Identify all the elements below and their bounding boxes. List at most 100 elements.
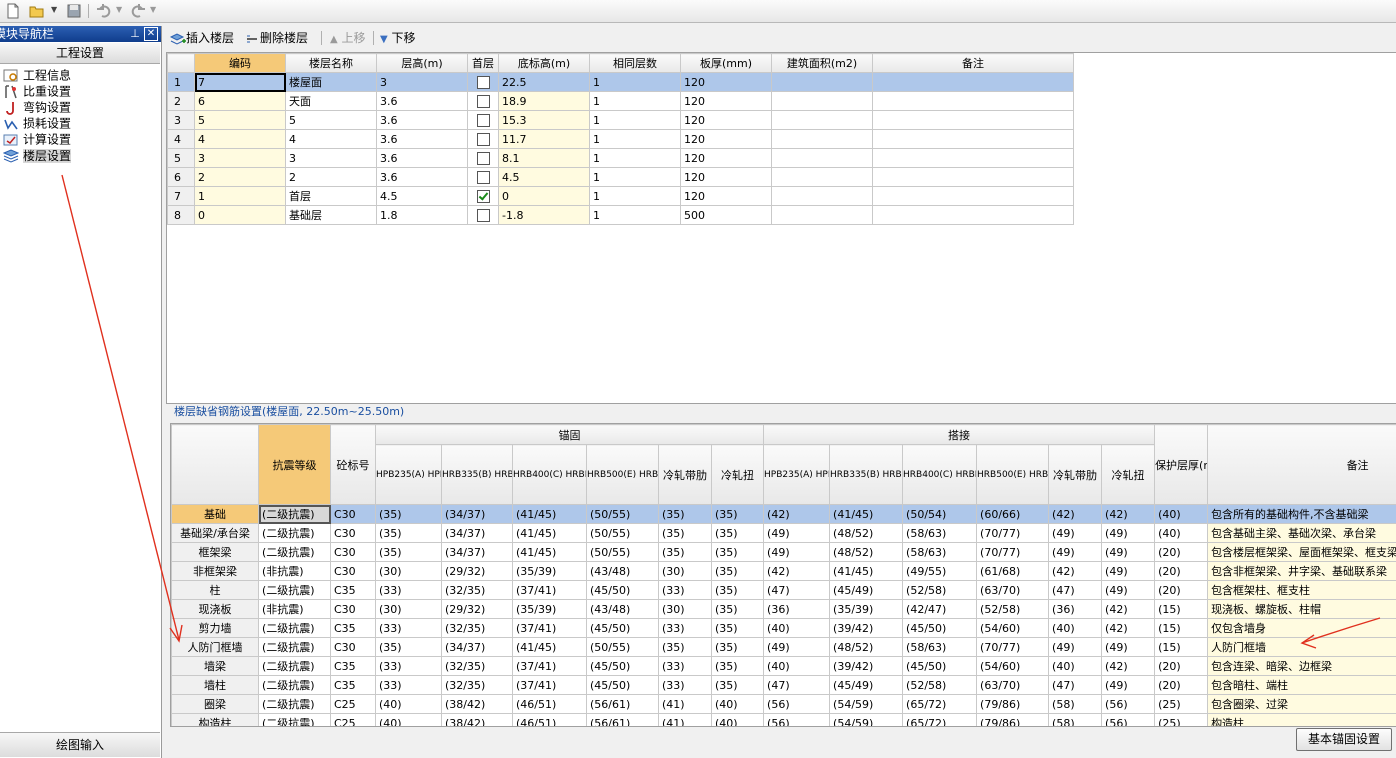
- lap-value-cell[interactable]: (45/50): [902, 618, 978, 638]
- new-file-icon[interactable]: [5, 3, 21, 19]
- close-icon[interactable]: ✕: [144, 27, 158, 41]
- floor-same-cell[interactable]: 1: [589, 129, 681, 149]
- floor-thick-cell[interactable]: 120: [680, 148, 772, 168]
- anchor-value-cell[interactable]: (35): [375, 523, 442, 543]
- col-header-anchor-cold-ribbed[interactable]: 冷轧带肋: [658, 444, 712, 505]
- lap-value-cell[interactable]: (49): [763, 542, 831, 562]
- col-header-anchor-hrb335[interactable]: HRB335(B) HRBF335(BF): [441, 444, 513, 505]
- component-name-cell[interactable]: 基础梁/承台梁: [171, 523, 259, 543]
- floor-bottom-cell[interactable]: 4.5: [498, 167, 590, 187]
- lap-value-cell[interactable]: (54/59): [829, 694, 904, 714]
- concrete-grade-cell[interactable]: C25: [330, 694, 376, 714]
- col-header-bottom[interactable]: 底标高(m): [498, 53, 590, 73]
- lap-value-cell[interactable]: (42): [1101, 599, 1156, 619]
- first-floor-checkbox-cell[interactable]: [467, 186, 499, 206]
- anchor-value-cell[interactable]: (32/35): [441, 618, 513, 638]
- lap-value-cell[interactable]: (63/70): [976, 580, 1050, 600]
- floor-row[interactable]: 2 6 天面 3.6 18.9 1 120: [167, 91, 1074, 111]
- rebar-note-cell[interactable]: 包含基础主梁、基础次梁、承台梁: [1207, 523, 1396, 543]
- floor-row[interactable]: 4 4 4 3.6 11.7 1 120: [167, 129, 1074, 149]
- rebar-note-cell[interactable]: 包含暗柱、端柱: [1207, 675, 1396, 695]
- lap-value-cell[interactable]: (54/60): [976, 656, 1050, 676]
- lap-value-cell[interactable]: (56): [1101, 713, 1156, 726]
- lap-value-cell[interactable]: (47): [1048, 675, 1103, 695]
- col-header-lap-hrb500[interactable]: HRB500(E) HRBF500(EF): [976, 444, 1050, 505]
- lap-value-cell[interactable]: (40): [763, 656, 831, 676]
- first-floor-checkbox-cell[interactable]: [467, 110, 499, 130]
- floor-name-cell[interactable]: 4: [285, 129, 377, 149]
- anchor-value-cell[interactable]: (33): [658, 580, 712, 600]
- seismic-grade-cell[interactable]: (二级抗震): [258, 504, 331, 524]
- floor-code-cell[interactable]: 7: [194, 72, 286, 92]
- rebar-row[interactable]: 框架梁 (二级抗震) C30 (35) (34/37) (41/45) (50/55) (35…: [171, 542, 1396, 562]
- dropdown-arrow-icon[interactable]: ▼: [116, 5, 122, 14]
- floor-note-cell[interactable]: [872, 91, 1074, 111]
- nav-item-hook[interactable]: 弯钩设置: [3, 99, 71, 115]
- floor-same-cell[interactable]: 1: [589, 186, 681, 206]
- anchor-value-cell[interactable]: (33): [375, 675, 442, 695]
- anchor-value-cell[interactable]: (56/61): [586, 694, 659, 714]
- floor-thick-cell[interactable]: 120: [680, 167, 772, 187]
- lap-value-cell[interactable]: (49): [1048, 523, 1103, 543]
- component-name-cell[interactable]: 墙柱: [171, 675, 259, 695]
- cover-cell[interactable]: (25): [1154, 713, 1209, 726]
- rebar-row[interactable]: 墙梁 (二级抗震) C35 (33) (32/35) (37/41) (45/50) (33)…: [171, 656, 1396, 676]
- rebar-note-cell[interactable]: 包含连梁、暗梁、边框梁: [1207, 656, 1396, 676]
- anchor-value-cell[interactable]: (33): [658, 675, 712, 695]
- lap-value-cell[interactable]: (36): [763, 599, 831, 619]
- lap-value-cell[interactable]: (70/77): [976, 523, 1050, 543]
- rebar-note-cell[interactable]: 构造柱: [1207, 713, 1396, 726]
- floor-thick-cell[interactable]: 500: [680, 205, 772, 225]
- lap-value-cell[interactable]: (49): [763, 637, 831, 657]
- col-header-anchor-cold-twisted[interactable]: 冷轧扭: [710, 444, 765, 505]
- anchor-value-cell[interactable]: (50/55): [586, 637, 659, 657]
- anchor-value-cell[interactable]: (34/37): [441, 637, 513, 657]
- component-name-cell[interactable]: 构造柱: [171, 713, 259, 726]
- col-header-lap-cold-ribbed[interactable]: 冷轧带肋: [1048, 444, 1103, 505]
- rebar-row[interactable]: 基础 (二级抗震) C30 (35) (34/37) (41/45) (50/55) (35)…: [171, 504, 1396, 524]
- anchor-value-cell[interactable]: (35): [710, 542, 765, 562]
- floor-code-cell[interactable]: 4: [194, 129, 286, 149]
- anchor-value-cell[interactable]: (41): [658, 713, 712, 726]
- lap-value-cell[interactable]: (70/77): [976, 637, 1050, 657]
- lap-value-cell[interactable]: (47): [763, 675, 831, 695]
- lap-value-cell[interactable]: (49): [1101, 637, 1156, 657]
- lap-value-cell[interactable]: (49): [763, 523, 831, 543]
- anchor-value-cell[interactable]: (35): [658, 504, 712, 524]
- seismic-grade-cell[interactable]: (二级抗震): [258, 675, 331, 695]
- lap-value-cell[interactable]: (54/59): [829, 713, 904, 726]
- lap-value-cell[interactable]: (40): [1048, 618, 1103, 638]
- lap-value-cell[interactable]: (63/70): [976, 675, 1050, 695]
- lap-value-cell[interactable]: (50/54): [902, 504, 978, 524]
- anchor-value-cell[interactable]: (32/35): [441, 656, 513, 676]
- component-name-cell[interactable]: 框架梁: [171, 542, 259, 562]
- rebar-row[interactable]: 非框架梁 (非抗震) C30 (30) (29/32) (35/39) (43/48) (30…: [171, 561, 1396, 581]
- anchor-value-cell[interactable]: (35): [710, 580, 765, 600]
- seismic-grade-cell[interactable]: (二级抗震): [258, 523, 331, 543]
- move-up-button[interactable]: ▲ 上移: [330, 29, 366, 47]
- floor-note-cell[interactable]: [872, 148, 1074, 168]
- lap-value-cell[interactable]: (39/42): [829, 656, 904, 676]
- lap-value-cell[interactable]: (58/63): [902, 637, 978, 657]
- floor-code-cell[interactable]: 1: [194, 186, 286, 206]
- anchor-value-cell[interactable]: (30): [658, 561, 712, 581]
- anchor-value-cell[interactable]: (50/55): [586, 542, 659, 562]
- floor-height-cell[interactable]: 3.6: [376, 110, 468, 130]
- nav-item-floor[interactable]: 楼层设置: [2, 147, 72, 163]
- anchor-value-cell[interactable]: (56/61): [586, 713, 659, 726]
- floor-row[interactable]: 8 0 基础层 1.8 -1.8 1 500: [167, 205, 1074, 225]
- move-down-button[interactable]: ▼ 下移: [380, 29, 416, 47]
- lap-value-cell[interactable]: (60/66): [976, 504, 1050, 524]
- lap-value-cell[interactable]: (45/50): [902, 656, 978, 676]
- undo-icon[interactable]: [96, 3, 112, 19]
- redo-icon[interactable]: [130, 3, 146, 19]
- concrete-grade-cell[interactable]: C30: [330, 561, 376, 581]
- first-floor-checkbox[interactable]: [476, 132, 490, 146]
- cover-cell[interactable]: (15): [1154, 637, 1209, 657]
- anchor-value-cell[interactable]: (35): [710, 561, 765, 581]
- cover-cell[interactable]: (15): [1154, 599, 1209, 619]
- floor-code-cell[interactable]: 5: [194, 110, 286, 130]
- floor-same-cell[interactable]: 1: [589, 205, 681, 225]
- anchor-value-cell[interactable]: (45/50): [586, 675, 659, 695]
- anchor-value-cell[interactable]: (29/32): [441, 599, 513, 619]
